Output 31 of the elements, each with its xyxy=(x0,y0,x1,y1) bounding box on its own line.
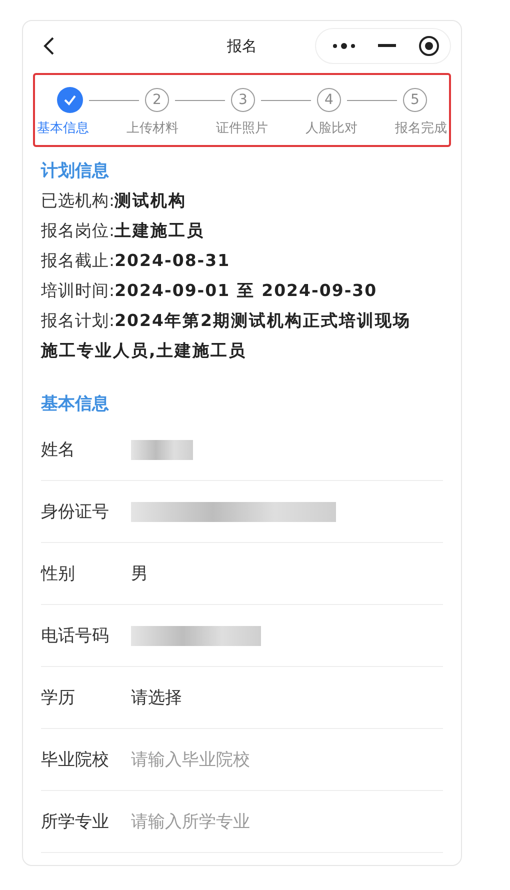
page-title: 报名 xyxy=(227,36,257,56)
step-label: 上传材料 xyxy=(126,120,178,137)
field-label: 毕业院校 xyxy=(41,749,110,771)
step-label: 报名完成 xyxy=(395,120,447,137)
info-line: 培训时间:2024-09-01 至 2024-09-30 xyxy=(41,280,378,302)
field-value: 男 xyxy=(131,563,148,585)
redacted-value xyxy=(131,440,193,460)
field-label: 所学专业 xyxy=(41,811,110,833)
field-label: 电话号码 xyxy=(41,625,110,647)
step-number: 3 xyxy=(231,88,255,112)
step-label: 证件照片 xyxy=(216,120,268,137)
step-number: 5 xyxy=(403,88,427,112)
field-label: 学历 xyxy=(41,687,76,709)
step-label: 人脸比对 xyxy=(306,120,358,137)
more-icon[interactable] xyxy=(332,42,356,50)
field-label: 姓名 xyxy=(41,439,76,461)
info-line: 报名计划:2024年第2期测试机构正式培训现场施工专业人员,土建施工员 xyxy=(41,310,412,362)
step-number: 2 xyxy=(145,88,169,112)
section-heading: 计划信息 xyxy=(41,160,110,182)
minimize-icon[interactable] xyxy=(378,44,396,48)
select-field[interactable]: 请选择 xyxy=(131,686,182,709)
info-line: 报名截止:2024-08-31 xyxy=(41,250,232,272)
info-line: 报名岗位:土建施工员 xyxy=(41,220,206,242)
step-label: 基本信息 xyxy=(37,120,89,137)
info-line: 已选机构:测试机构 xyxy=(41,190,188,212)
step-number: 4 xyxy=(317,88,341,112)
field-label: 性别 xyxy=(41,563,76,585)
section-heading: 基本信息 xyxy=(41,393,110,415)
close-icon[interactable] xyxy=(418,35,440,57)
back-icon[interactable] xyxy=(43,36,55,56)
field-label: 身份证号 xyxy=(41,501,110,523)
